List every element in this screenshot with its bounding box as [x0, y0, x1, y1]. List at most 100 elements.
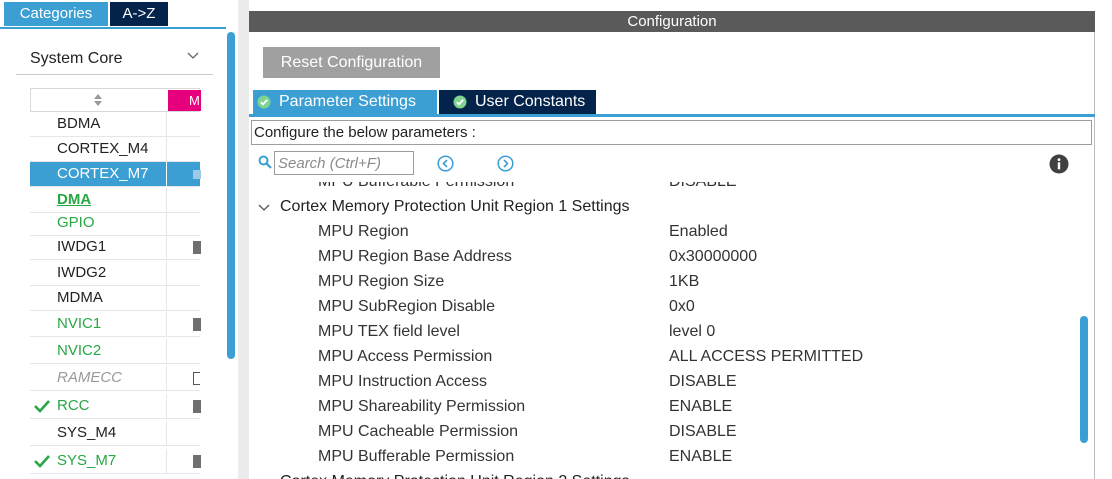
parameter-value[interactable]: ALL ACCESS PERMITTED [669, 348, 863, 366]
column-divider [166, 188, 167, 213]
parameter-row[interactable]: MPU Access Permission ALL ACCESS PERMITTE… [249, 345, 1079, 370]
peripheral-item[interactable]: BDMA [30, 112, 200, 137]
tab-categories[interactable]: Categories [4, 2, 108, 26]
parameter-name: MPU Bufferable Permission [318, 182, 514, 191]
chevron-down-icon[interactable] [258, 203, 270, 213]
peripheral-item[interactable]: CORTEX_M4 [30, 137, 200, 162]
parameter-row[interactable]: MPU Cacheable Permission DISABLE [249, 420, 1079, 445]
parameter-name: MPU Cacheable Permission [318, 423, 519, 440]
info-icon[interactable] [1049, 154, 1069, 174]
column-divider [166, 286, 167, 311]
parameter-row[interactable]: MPU Region Enabled [249, 220, 1079, 245]
parameter-value[interactable]: ENABLE [669, 448, 732, 466]
dropdown-label: System Core [30, 50, 123, 67]
parameter-row[interactable]: MPU TEX field level level 0 [249, 320, 1079, 345]
peripheral-name: MDMA [57, 289, 103, 306]
column-divider [166, 211, 167, 236]
sort-icon[interactable] [93, 93, 103, 107]
peripheral-item[interactable]: GPIO [30, 211, 200, 236]
instructions-text: Configure the below parameters : [254, 124, 476, 141]
column-divider [166, 261, 167, 286]
peripheral-item[interactable]: IWDG2 [30, 261, 200, 286]
peripheral-name: RAMECC [57, 369, 123, 386]
peripheral-name: DMA [57, 191, 92, 208]
peripheral-name: SYS_M7 [57, 452, 117, 469]
peripheral-item[interactable]: NVIC2 [30, 339, 200, 364]
column-divider [166, 137, 167, 162]
parameter-value[interactable]: DISABLE [669, 182, 737, 191]
tab-user-constants[interactable]: User Constants [439, 90, 596, 114]
parameter-value[interactable]: ENABLE [669, 398, 732, 416]
check-circle-icon [453, 95, 467, 109]
mode-column-header[interactable]: M [168, 90, 201, 111]
parameter-value[interactable]: DISABLE [669, 373, 737, 391]
list-header: M [30, 88, 201, 112]
peripheral-name: GPIO [57, 214, 95, 231]
tab-a-z[interactable]: A->Z [110, 2, 168, 26]
pane-divider[interactable] [238, 0, 249, 479]
peripheral-name: IWDG1 [57, 238, 107, 255]
search-icon[interactable] [258, 155, 272, 169]
tab-label: User Constants [475, 93, 586, 110]
parameter-name: MPU Instruction Access [318, 373, 487, 390]
parameter-row[interactable]: MPU Bufferable Permission DISABLE [249, 182, 1079, 195]
column-divider [166, 339, 167, 364]
peripheral-name: CORTEX_M4 [57, 140, 149, 157]
tab-underline [0, 27, 226, 29]
parameter-name: MPU Shareability Permission [318, 398, 526, 415]
parameter-value[interactable]: level 0 [669, 323, 715, 341]
parameter-value[interactable]: Enabled [669, 223, 728, 241]
parameter-row[interactable]: MPU Bufferable Permission ENABLE [249, 445, 1079, 470]
parameter-name: MPU Region Base Address [318, 248, 512, 265]
parameter-group[interactable]: Cortex Memory Protection Unit Region 1 S… [249, 195, 1079, 220]
search-input[interactable] [274, 151, 414, 175]
peripheral-name: IWDG2 [57, 264, 107, 281]
reset-configuration-button[interactable]: Reset Configuration [263, 47, 440, 78]
peripheral-name: RCC [57, 397, 90, 414]
peripheral-item[interactable]: CORTEX_M7 [30, 162, 201, 187]
category-tabs: Categories A->Z [0, 0, 238, 30]
column-divider [166, 394, 167, 419]
peripheral-item[interactable]: NVIC1 [30, 312, 201, 337]
mode-status-icon [193, 400, 201, 413]
checkmark-icon [34, 400, 50, 413]
parameter-row[interactable]: MPU Shareability Permission ENABLE [249, 395, 1079, 420]
peripheral-item[interactable]: SYS_M7 [30, 449, 201, 474]
column-divider [166, 235, 167, 260]
parameter-value[interactable]: DISABLE [669, 423, 737, 441]
parameter-value[interactable]: 0x0 [669, 298, 695, 316]
parameter-row[interactable]: MPU SubRegion Disable 0x0 [249, 295, 1079, 320]
peripheral-item[interactable]: MDMA [30, 286, 200, 311]
parameter-row[interactable]: MPU Region Size 1KB [249, 270, 1079, 295]
parameter-name: MPU Region Size [318, 273, 445, 290]
configuration-title: Configuration [249, 11, 1095, 32]
peripheral-name: CORTEX_M7 [57, 165, 149, 182]
parameter-value[interactable]: 1KB [669, 273, 699, 291]
column-divider [166, 162, 167, 187]
settings-tabs: Parameter Settings User Constants [249, 90, 1095, 116]
left-scrollbar[interactable] [227, 32, 235, 359]
column-divider [166, 449, 167, 474]
peripheral-name: SYS_M4 [57, 424, 117, 441]
peripheral-item[interactable]: RCC [30, 394, 201, 419]
group-title: Cortex Memory Protection Unit Region 2 S… [280, 473, 629, 479]
parameter-value[interactable]: 0x30000000 [669, 248, 757, 266]
tab-parameter-settings[interactable]: Parameter Settings [253, 90, 437, 114]
peripheral-item[interactable]: DMA [30, 188, 200, 213]
next-match-icon[interactable] [497, 155, 514, 172]
previous-match-icon[interactable] [437, 155, 454, 172]
parameter-row[interactable]: MPU Region Base Address 0x30000000 [249, 245, 1079, 270]
checkmark-icon [34, 455, 50, 468]
peripheral-item[interactable]: SYS_M4 [30, 421, 200, 446]
parameter-row[interactable]: MPU Instruction Access DISABLE [249, 370, 1079, 395]
parameter-name: MPU Bufferable Permission [318, 448, 515, 465]
tab-label: Parameter Settings [279, 93, 416, 110]
peripheral-item[interactable]: RAMECC [30, 366, 200, 391]
parameter-scrollbar[interactable] [1080, 316, 1088, 443]
peripheral-name: BDMA [57, 115, 101, 132]
system-core-dropdown[interactable]: System Core [16, 42, 213, 75]
peripheral-item[interactable]: IWDG1 [30, 235, 201, 260]
parameter-group[interactable]: Cortex Memory Protection Unit Region 2 S… [249, 470, 1079, 479]
column-divider [166, 112, 167, 137]
column-divider [166, 421, 167, 446]
